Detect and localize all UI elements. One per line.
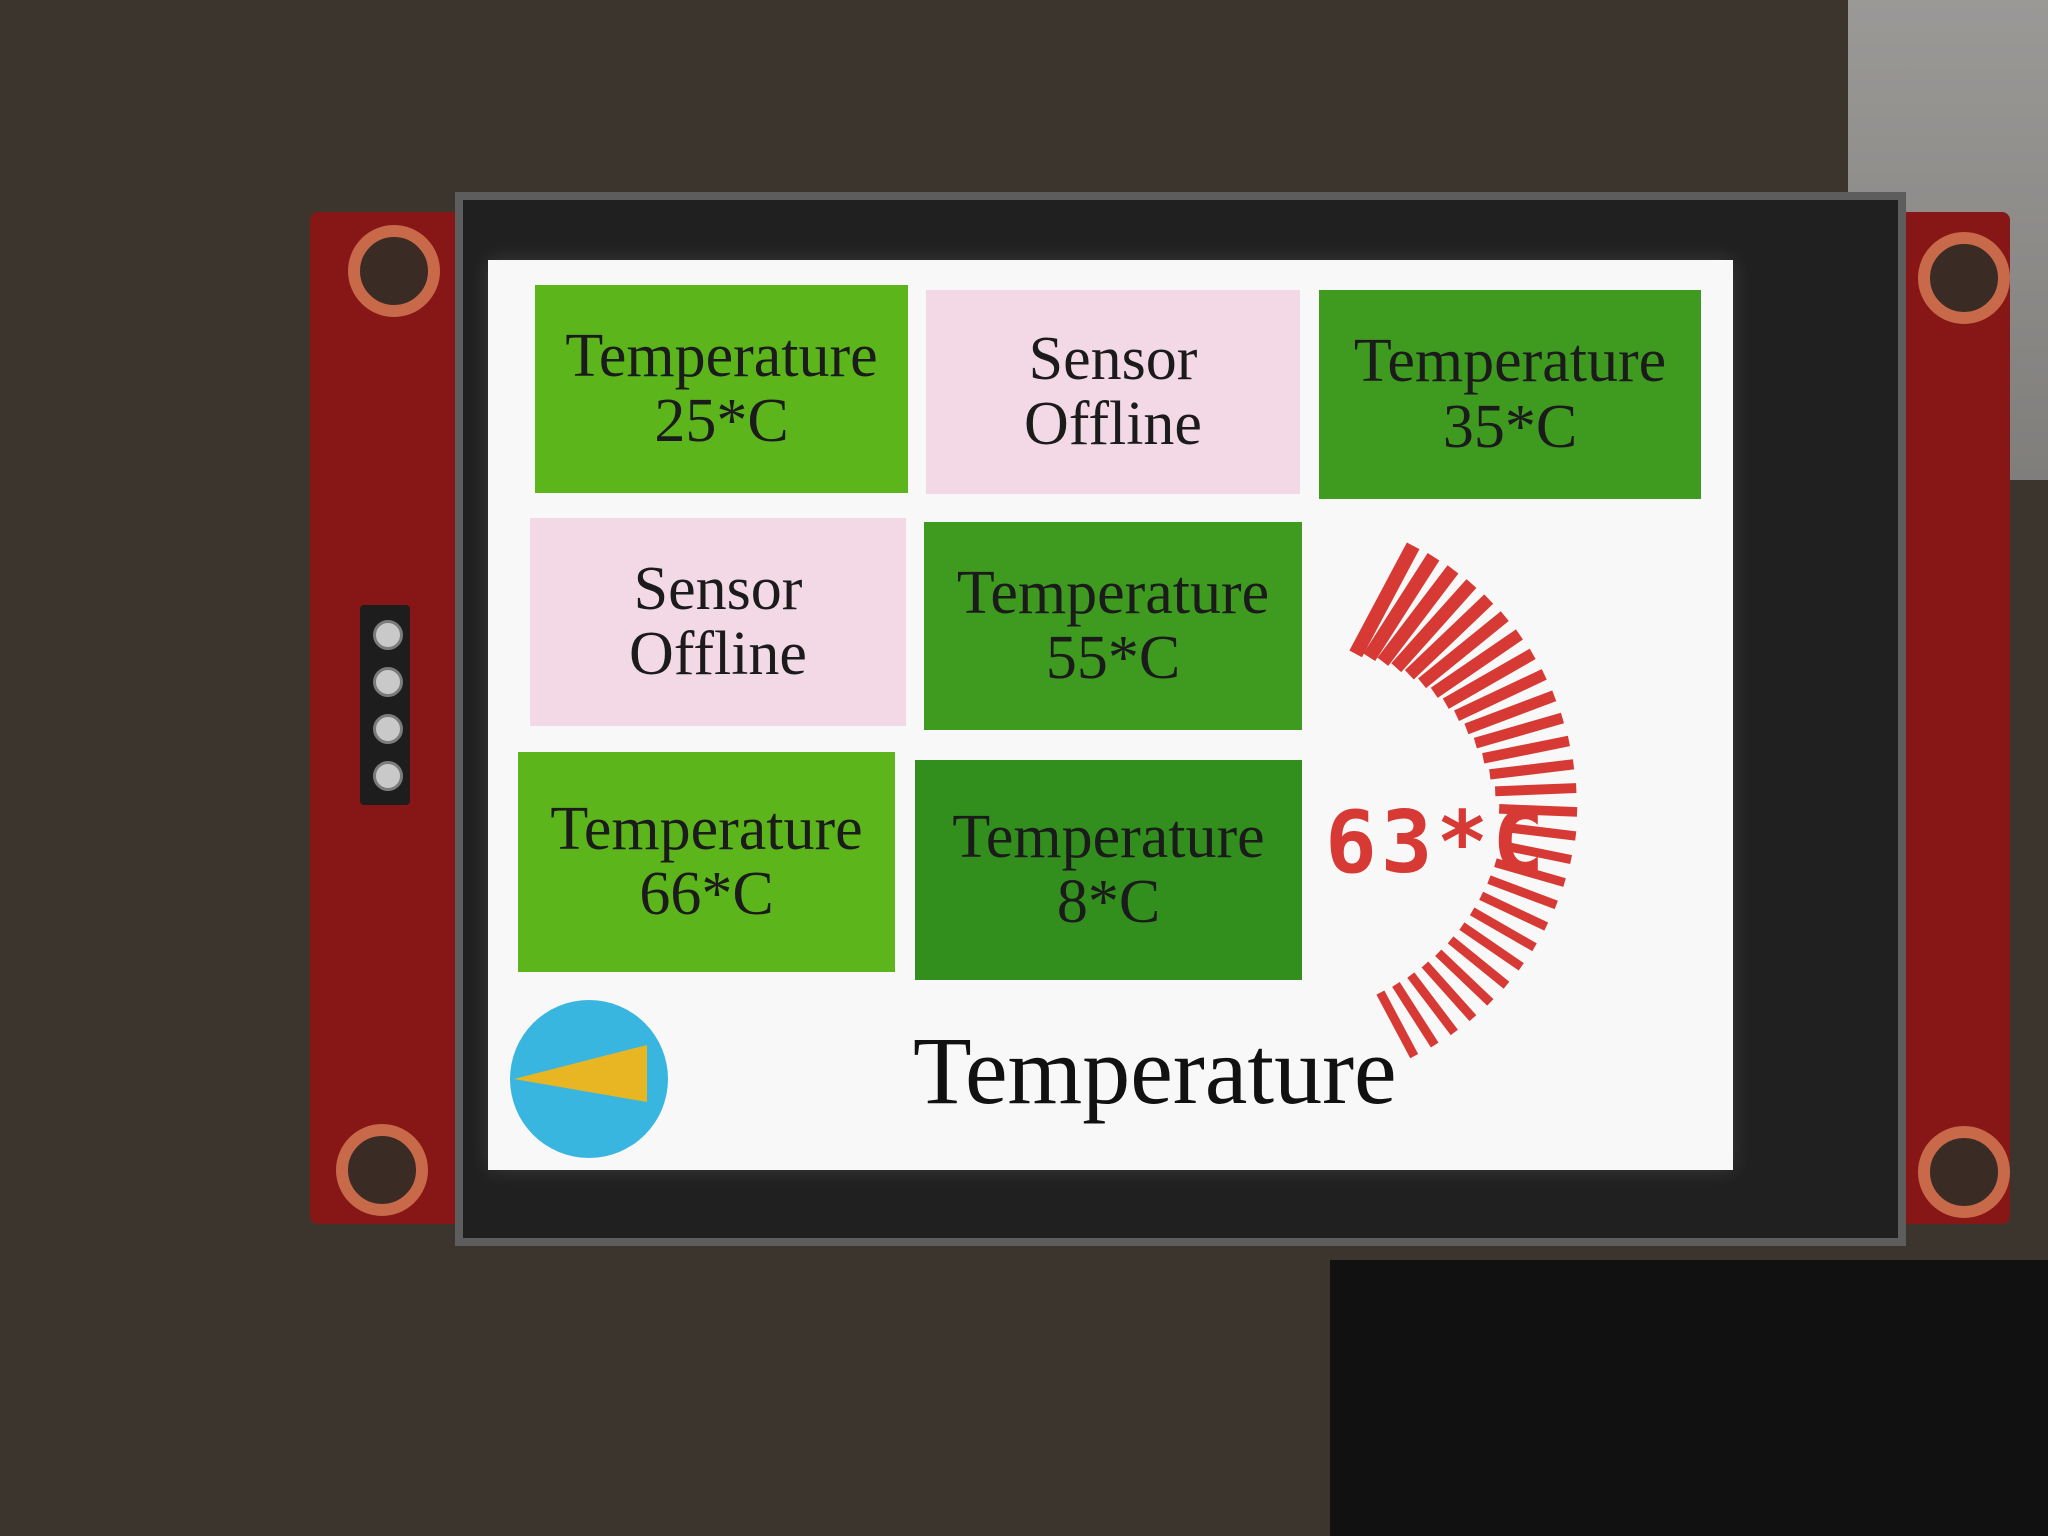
gauge-tick <box>1482 735 1570 764</box>
sensor-tile-1: Temperature 25*C <box>535 285 908 493</box>
tile-label: Temperature <box>565 321 878 390</box>
gauge-tick <box>1494 783 1577 797</box>
gauge-tick <box>1489 759 1575 780</box>
tile-label: Sensor <box>633 554 803 623</box>
mount-hole-top-left <box>348 225 440 317</box>
pin-3 <box>373 714 403 744</box>
tile-value: 8*C <box>1056 868 1161 936</box>
mount-hole-bottom-left <box>336 1124 428 1216</box>
header-pins <box>360 605 410 805</box>
sensor-tile-7: Temperature 8*C <box>915 760 1302 980</box>
tile-label: Temperature <box>550 794 863 863</box>
tile-value: 55*C <box>1045 624 1181 692</box>
pin-2 <box>373 667 403 697</box>
tile-label: Temperature <box>952 802 1265 871</box>
sensor-tile-3: Temperature 35*C <box>1319 290 1701 499</box>
tile-value: 35*C <box>1442 392 1578 461</box>
sensor-tile-5: Temperature 55*C <box>924 522 1302 730</box>
sensor-tile-4: Sensor Offline <box>530 518 906 726</box>
sensor-tile-2: Sensor Offline <box>926 290 1300 494</box>
tile-value: 66*C <box>639 860 774 928</box>
gauge-readout: 63*C <box>1325 793 1549 893</box>
pie-icon <box>510 1000 668 1158</box>
tile-value: Offline <box>629 620 807 688</box>
mount-hole-bottom-right <box>1918 1126 2010 1218</box>
tft-screen: Temperature 25*C Sensor Offline Temperat… <box>488 260 1733 1170</box>
tile-value: Offline <box>1024 390 1202 458</box>
pin-1 <box>373 620 403 650</box>
tile-label: Temperature <box>1353 327 1667 396</box>
tile-label: Temperature <box>956 558 1270 627</box>
tile-value: 25*C <box>654 387 789 455</box>
background-shadow <box>1330 1260 2048 1536</box>
mount-hole-top-right <box>1918 232 2010 324</box>
pin-4 <box>373 761 403 791</box>
sensor-tile-6: Temperature 66*C <box>518 752 895 972</box>
tile-label: Sensor <box>1028 324 1198 393</box>
